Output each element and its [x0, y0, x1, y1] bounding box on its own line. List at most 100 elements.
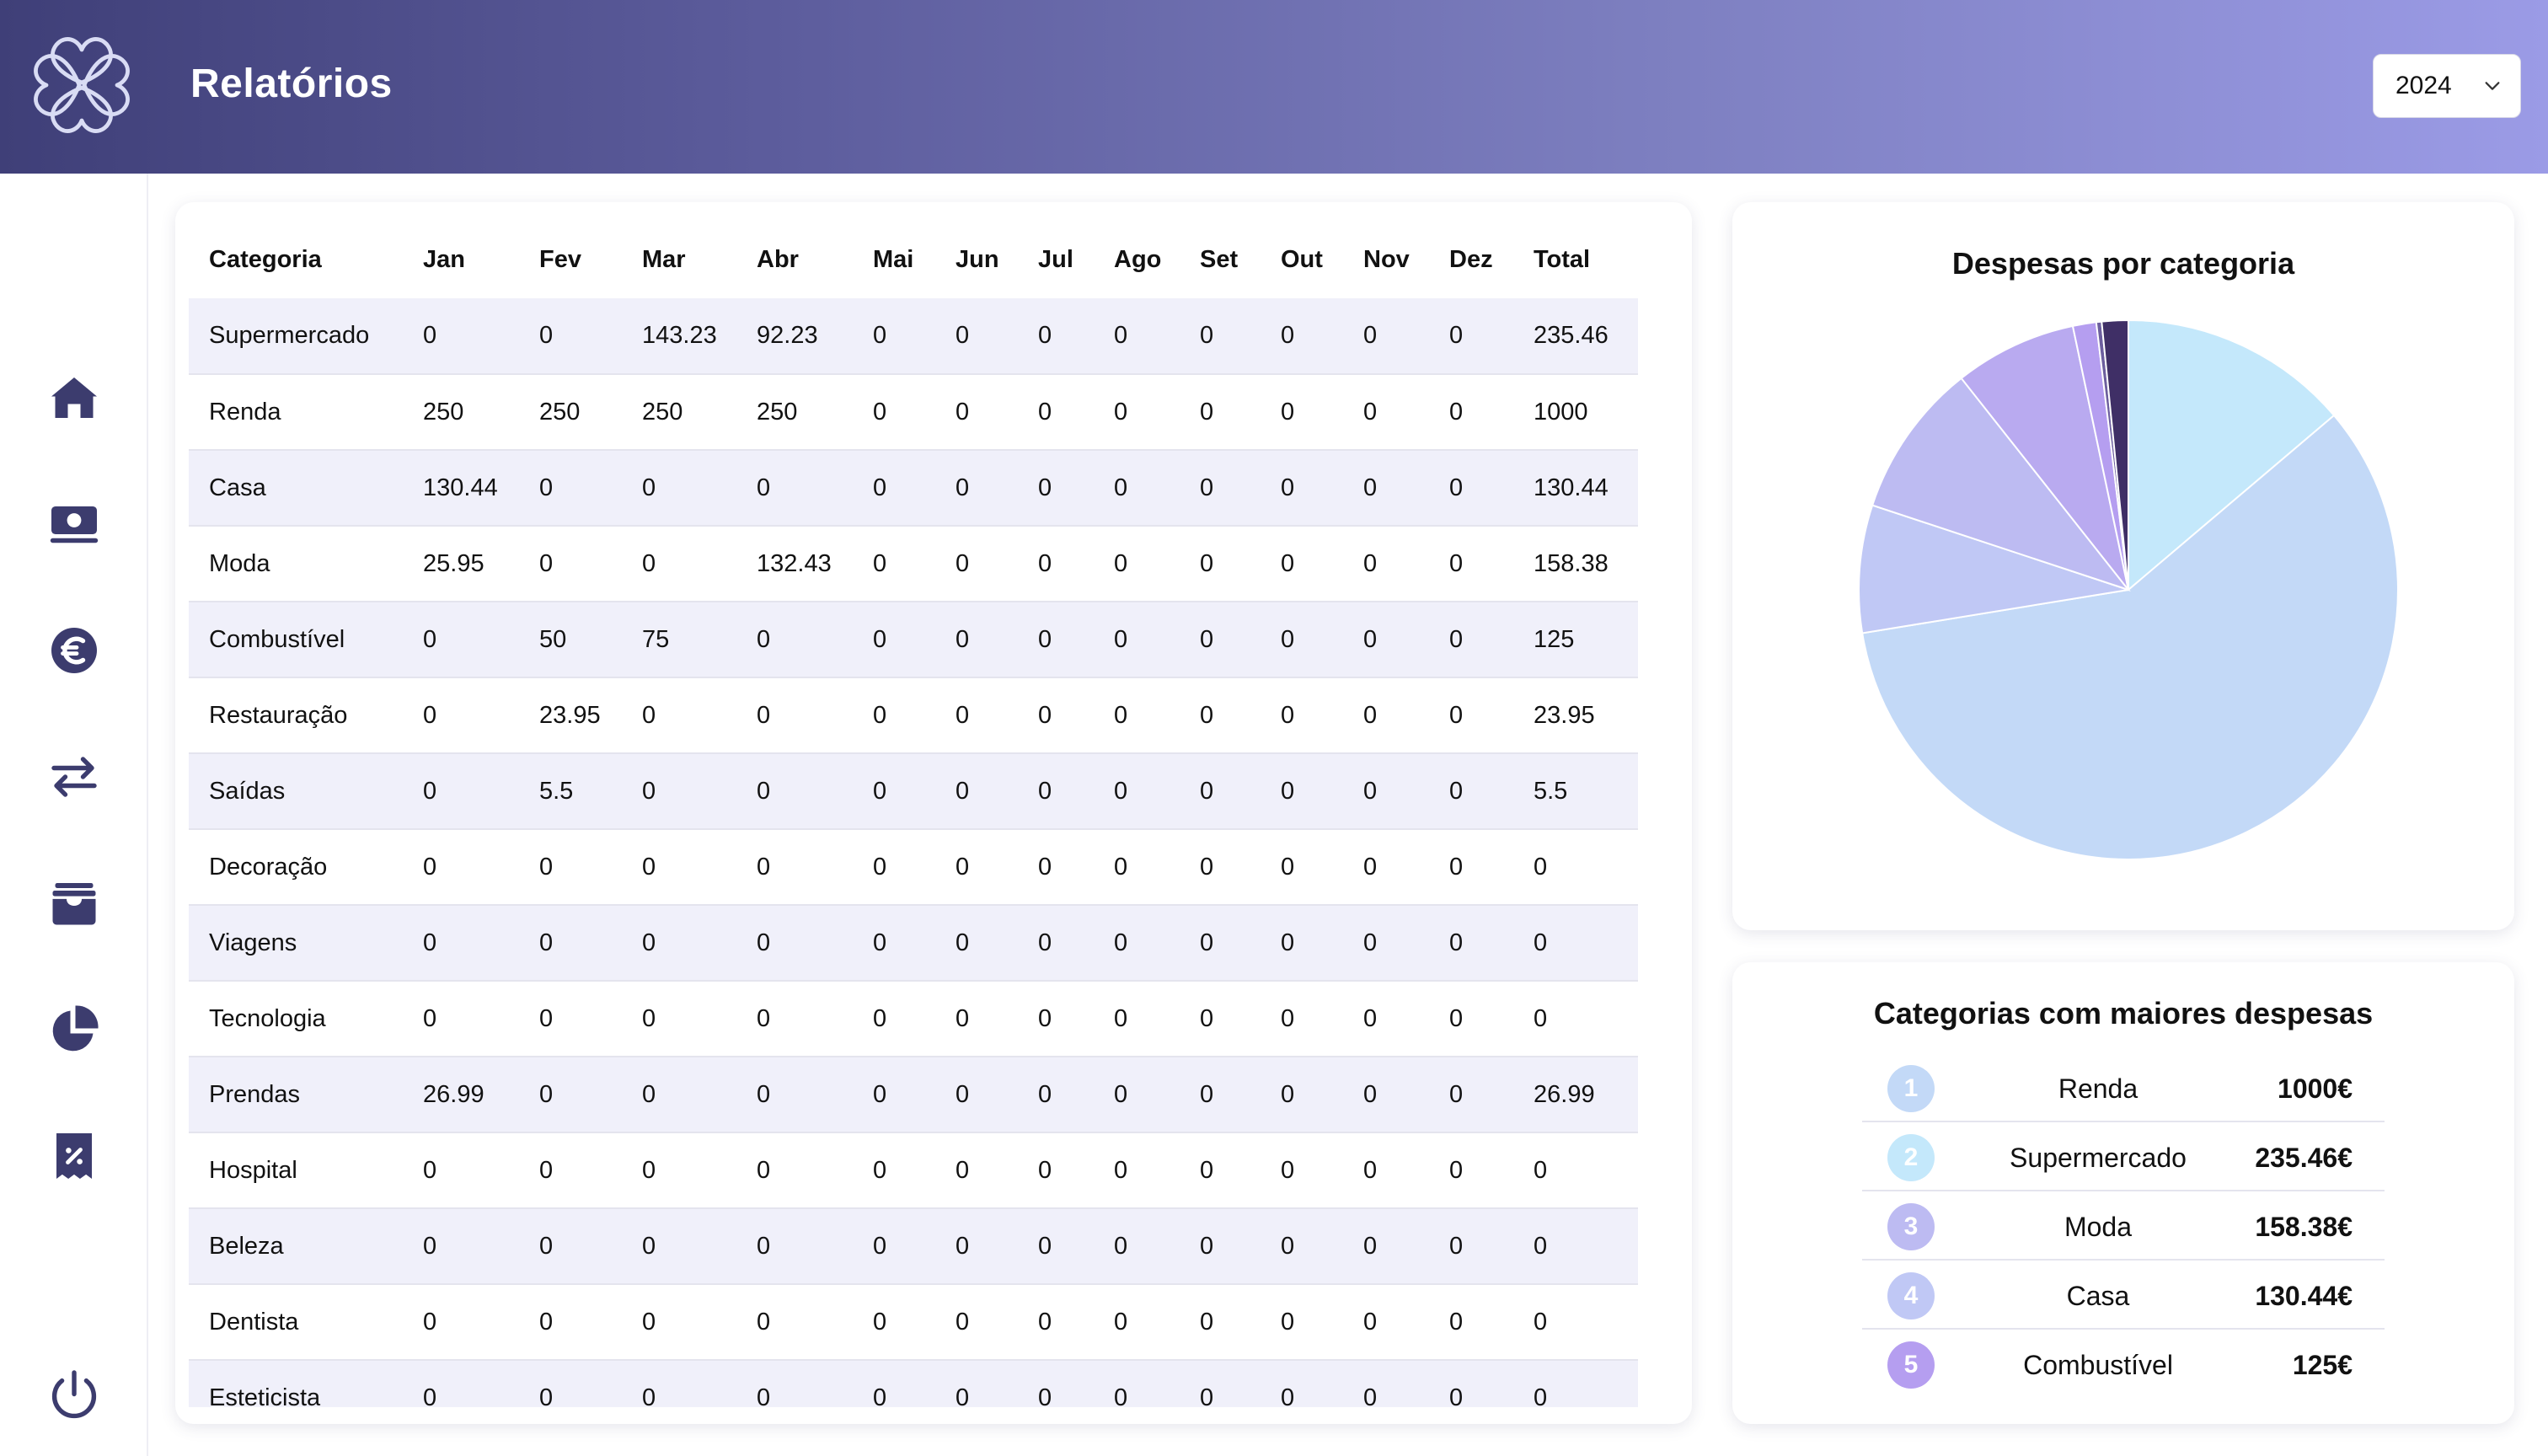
month-value-cell: 0: [1343, 602, 1429, 678]
month-value-cell: 0: [622, 1057, 736, 1133]
month-value-cell: 0: [519, 981, 622, 1057]
column-header: Nov: [1363, 245, 1410, 273]
month-value-cell: 0: [935, 1284, 1018, 1361]
year-select[interactable]: 2024: [2373, 54, 2521, 118]
month-value-cell: 0: [622, 1360, 736, 1407]
list-item: 3 Moda 158.38€: [1862, 1191, 2385, 1261]
month-value-cell: 0: [1343, 1208, 1429, 1285]
month-value-cell: 0: [853, 526, 935, 602]
total-cell: 23.95: [1513, 677, 1638, 754]
table-row: Hospital 0 0 0 0 0 0 0 0 0 0 0 0 0: [189, 1132, 1638, 1209]
sidebar-item-logout[interactable]: [40, 1362, 108, 1429]
total-cell: 235.46: [1513, 298, 1638, 375]
sidebar-item-cash[interactable]: [40, 490, 108, 558]
total-cell: 0: [1513, 829, 1638, 906]
top-categories-list: 1 Renda 1000€ 2 Supermercado 235.46€ 3 M…: [1862, 1053, 2385, 1399]
month-value-cell: 0: [1343, 526, 1429, 602]
rank-amount: 125€: [2292, 1350, 2353, 1380]
month-value-cell: 0: [935, 1208, 1018, 1285]
month-value-cell: 0: [1429, 298, 1513, 375]
month-value-cell: 0: [1018, 1132, 1094, 1209]
month-value-cell: 0: [1094, 829, 1180, 906]
month-value-cell: 0: [736, 905, 853, 982]
month-value-cell: 0: [403, 753, 519, 830]
total-cell: 0: [1513, 1208, 1638, 1285]
month-value-cell: 0: [1018, 753, 1094, 830]
category-cell: Restauração: [189, 677, 403, 754]
month-value-cell: 0: [935, 450, 1018, 527]
month-value-cell: 0: [935, 753, 1018, 830]
sidebar-item-transfers[interactable]: [40, 743, 108, 811]
month-value-cell: 0: [1261, 829, 1343, 906]
category-cell: Viagens: [189, 905, 403, 982]
month-value-cell: 0: [1261, 374, 1343, 451]
total-cell: 26.99: [1513, 1057, 1638, 1133]
month-value-cell: 0: [1429, 1284, 1513, 1361]
month-value-cell: 0: [519, 450, 622, 527]
month-value-cell: 0: [1180, 1360, 1261, 1407]
category-cell: Esteticista: [189, 1360, 403, 1407]
sidebar-item-reports[interactable]: [40, 996, 108, 1063]
table-header-row: Categoria Jan Fev Mar Abr Mai Jun Jul Ago Set Out N…: [189, 202, 1638, 298]
month-value-cell: 0: [935, 981, 1018, 1057]
category-cell: Saídas: [189, 753, 403, 830]
month-value-cell: 0: [519, 526, 622, 602]
month-value-cell: 0: [1261, 526, 1343, 602]
month-value-cell: 0: [1429, 1132, 1513, 1209]
rank-amount: 158.38€: [2255, 1212, 2353, 1242]
month-value-cell: 0: [935, 602, 1018, 678]
month-value-cell: 0: [1018, 298, 1094, 375]
month-value-cell: 0: [1094, 1132, 1180, 1209]
total-cell: 158.38: [1513, 526, 1638, 602]
total-cell: 0: [1513, 1360, 1638, 1407]
table-row: Saídas 0 5.5 0 0 0 0 0 0 0 0 0 0 5.5: [189, 753, 1638, 830]
month-value-cell: 75: [622, 602, 736, 678]
month-value-cell: 0: [935, 1057, 1018, 1133]
month-value-cell: 23.95: [519, 677, 622, 754]
month-value-cell: 0: [1429, 981, 1513, 1057]
sidebar-item-archive[interactable]: [40, 870, 108, 937]
power-icon: [51, 1370, 97, 1419]
column-header: Dez: [1449, 245, 1493, 273]
month-value-cell: 0: [1180, 1284, 1261, 1361]
column-header: Jun: [956, 245, 999, 273]
rank-amount: 235.46€: [2255, 1143, 2353, 1173]
month-value-cell: 0: [1343, 1132, 1429, 1209]
rank-badge: 1: [1887, 1065, 1935, 1112]
list-item: 5 Combustível 125€: [1862, 1330, 2385, 1399]
month-value-cell: 0: [1429, 1208, 1513, 1285]
month-value-cell: 0: [622, 829, 736, 906]
month-value-cell: 0: [853, 374, 935, 451]
month-value-cell: 0: [403, 677, 519, 754]
four-leaf-clover-logo[interactable]: [19, 22, 145, 148]
category-cell: Hospital: [189, 1132, 403, 1209]
cash-icon: [50, 506, 99, 543]
home-icon: [51, 377, 97, 418]
rank-badge: 3: [1887, 1203, 1935, 1250]
sidebar-item-home[interactable]: [40, 364, 108, 431]
rank-amount: 1000€: [2278, 1073, 2353, 1104]
rank-amount: 130.44€: [2255, 1281, 2353, 1311]
list-item: 4 Casa 130.44€: [1862, 1261, 2385, 1330]
category-cell: Combustível: [189, 602, 403, 678]
month-value-cell: 0: [1018, 1208, 1094, 1285]
app-header: Relatórios 2024: [0, 0, 2548, 174]
month-value-cell: 0: [1094, 1360, 1180, 1407]
month-value-cell: 0: [736, 1360, 853, 1407]
category-cell: Tecnologia: [189, 981, 403, 1057]
month-value-cell: 0: [736, 1284, 853, 1361]
page-title: Relatórios: [190, 62, 393, 106]
column-header: Ago: [1114, 245, 1162, 273]
month-value-cell: 0: [1180, 450, 1261, 527]
sidebar-item-euro[interactable]: [40, 617, 108, 684]
list-item: 1 Renda 1000€: [1862, 1053, 2385, 1122]
month-value-cell: 0: [1018, 1284, 1094, 1361]
arrows-exchange-icon: [51, 757, 97, 797]
sidebar-item-discounts[interactable]: [40, 1122, 108, 1190]
month-value-cell: 0: [622, 677, 736, 754]
total-cell: 0: [1513, 1132, 1638, 1209]
rank-category-name: Moda: [2064, 1212, 2133, 1242]
table-scroll-area[interactable]: Categoria Jan Fev Mar Abr Mai Jun Jul Ago Set Out N…: [189, 202, 1638, 1407]
table-row: Prendas 26.99 0 0 0 0 0 0 0 0 0 0 0 26.99: [189, 1057, 1638, 1133]
month-value-cell: 0: [1343, 753, 1429, 830]
